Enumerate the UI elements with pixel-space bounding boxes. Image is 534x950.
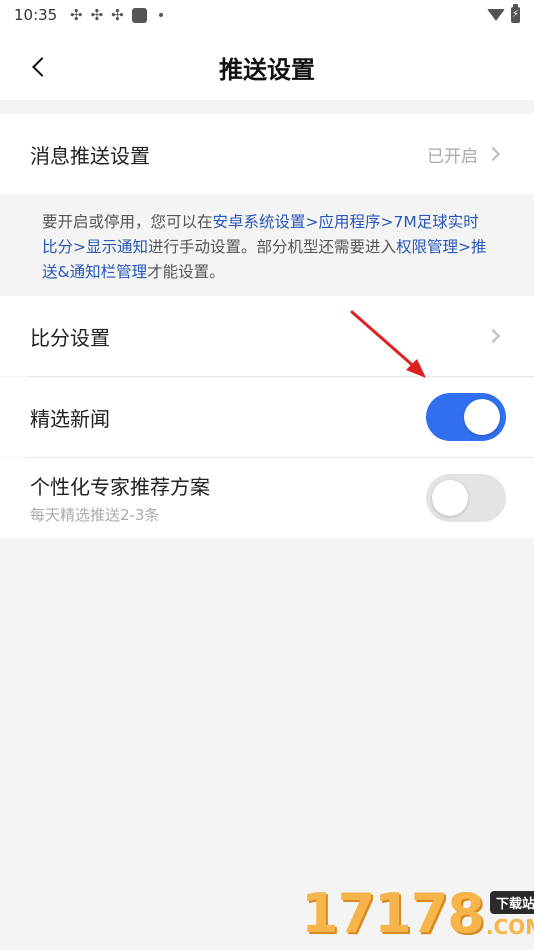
app-icon: ✣ [111,5,124,24]
status-time: 10:35 [14,6,58,24]
score-settings-row[interactable]: 比分设置 [0,296,534,376]
notice-text: 要开启或停用，您可以在 [42,213,213,231]
status-system-icons [487,4,520,23]
status-notification-icons: ✣ ✣ ✣ [70,5,163,24]
battery-charging-icon [511,4,520,23]
expert-recommend-text: 个性化专家推荐方案 每天精选推送2-3条 [30,471,210,525]
push-status-value: 已开启 [427,146,478,167]
header: 推送设置 [0,30,534,100]
watermark-tag: 下载站 [489,891,534,914]
score-settings-label: 比分设置 [30,325,110,350]
annotation-arrow-icon [350,310,426,378]
app-icon: ✣ [90,5,104,24]
page-title: 推送设置 [219,56,315,84]
expert-recommend-toggle[interactable] [426,474,506,522]
featured-news-row: 精选新闻 [0,377,534,457]
expert-recommend-row: 个性化专家推荐方案 每天精选推送2-3条 [0,458,534,538]
featured-news-label: 精选新闻 [30,406,110,431]
push-help-notice: 要开启或停用，您可以在安卓系统设置>应用程序>7M足球实时比分>显示通知进行手动… [0,194,534,296]
notice-text: 才能设置。 [147,263,225,281]
wifi-icon [487,9,505,21]
watermark-digits: 17178 [301,882,485,945]
chevron-right-icon [485,328,501,344]
watermark-logo: 17178 下载站 .COM [301,880,534,945]
push-settings-row[interactable]: 消息推送设置 已开启 [0,114,534,194]
notice-text: 进行手动设置。部分机型还需要进入 [148,238,397,256]
square-icon [131,7,147,23]
app-icon: ✣ [70,5,83,24]
toggle-knob [464,399,500,435]
dot-icon [158,13,163,17]
push-settings-label: 消息推送设置 [30,143,150,168]
toggle-knob [432,480,468,516]
featured-news-toggle[interactable] [426,393,506,441]
expert-recommend-right [426,474,506,522]
expert-recommend-label: 个性化专家推荐方案 [30,475,210,499]
expert-recommend-subtext: 每天精选推送2-3条 [30,506,160,524]
status-bar: 10:35 ✣ ✣ ✣ [0,0,534,30]
push-settings-right: 已开启 [427,142,504,167]
watermark-side: 下载站 .COM [486,891,534,938]
featured-news-right [426,393,506,441]
score-settings-right [485,328,504,344]
watermark-com: .COM [485,915,534,939]
chevron-right-icon [485,146,501,162]
